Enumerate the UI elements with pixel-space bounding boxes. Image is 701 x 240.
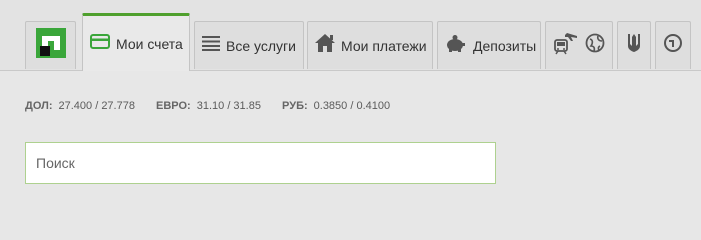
list-icon <box>202 35 220 56</box>
tab-my-payments-label: Мои платежи <box>341 37 427 54</box>
tab-history[interactable] <box>655 21 691 69</box>
tab-deposits[interactable]: Депозиты <box>437 21 541 69</box>
rate-usd-code: ДОЛ: <box>25 100 53 112</box>
privatbank-logo-icon <box>35 28 66 63</box>
tab-my-accounts-label: Мои счета <box>116 35 183 52</box>
rate-eur-code: ЕВРО: <box>156 100 191 112</box>
tab-all-services[interactable]: Все услуги <box>194 21 304 69</box>
rate-eur-value: 31.10 / 31.85 <box>196 100 261 112</box>
piggy-bank-icon <box>444 34 466 57</box>
top-nav-bar: Мои счета Все услуги Мои платежи Депозит… <box>0 0 701 71</box>
tab-logo[interactable] <box>25 21 76 69</box>
tab-my-payments[interactable]: Мои платежи <box>307 21 433 69</box>
rate-rub-value: 0.3850 / 0.4100 <box>313 100 391 112</box>
clock-icon <box>663 33 683 58</box>
tab-all-services-label: Все услуги <box>226 37 296 54</box>
card-icon <box>90 33 110 54</box>
globe-icon <box>585 33 605 58</box>
trident-icon <box>627 33 641 58</box>
rate-usd-value: 27.400 / 27.778 <box>58 100 135 112</box>
tab-deposits-label: Депозиты <box>473 37 537 54</box>
tab-government[interactable] <box>617 21 651 69</box>
house-icon <box>314 33 336 58</box>
exchange-rates: ДОЛ: 27.400 / 27.778 ЕВРО: 31.10 / 31.85 Р… <box>25 100 408 112</box>
tab-travel[interactable] <box>545 21 613 69</box>
transport-icon <box>553 31 579 60</box>
tab-my-accounts[interactable]: Мои счета <box>82 13 190 71</box>
rate-rub-code: РУБ: <box>282 100 308 112</box>
search-input[interactable] <box>25 142 496 184</box>
